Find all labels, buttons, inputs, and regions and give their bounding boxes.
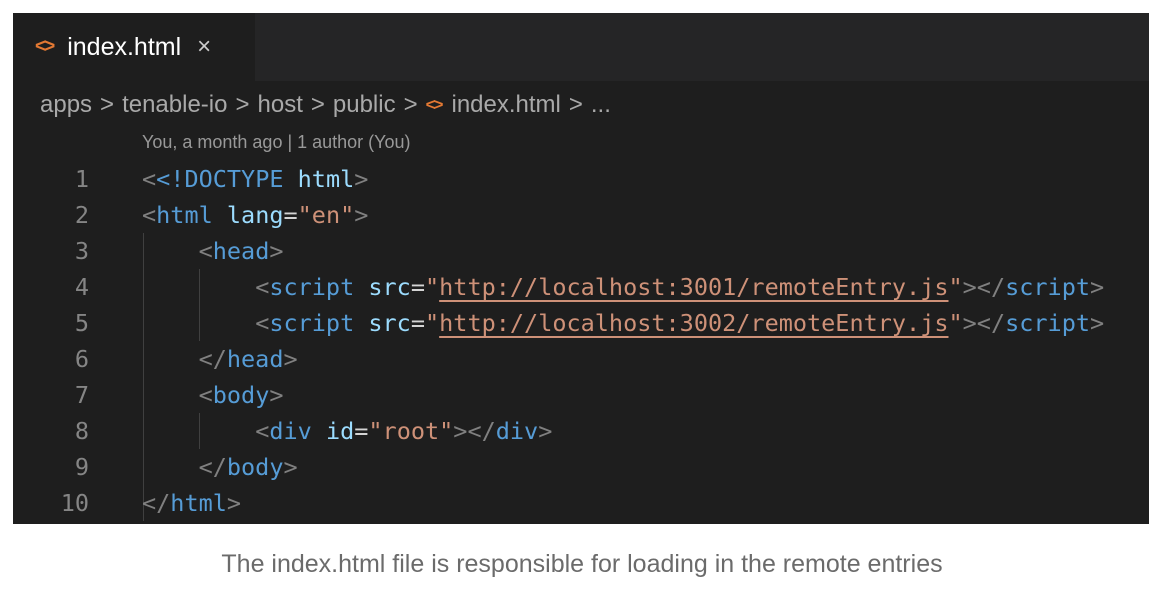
chevron-right-icon: > [568, 91, 583, 118]
html-code-icon: <> [35, 36, 55, 57]
git-blame-codelens[interactable]: You, a month ago | 1 author (You) [142, 132, 411, 153]
tab-index-html[interactable]: <> index.html × [13, 13, 255, 81]
code-line: 5 <script src="http://localhost:3002/rem… [74, 309, 1105, 337]
code-area[interactable]: 1 <<!DOCTYPE html> 2 <html lang="en"> 3 <h… [13, 161, 1149, 521]
code-line: 8 <div id="root"></div> [74, 417, 553, 445]
close-icon[interactable]: × [197, 33, 211, 61]
breadcrumb: apps > tenable-io > host > public > <> index.… [40, 89, 611, 121]
breadcrumb-index-html[interactable]: index.html [451, 91, 560, 119]
tab-label: index.html [67, 32, 182, 61]
breadcrumb-apps[interactable]: apps [40, 91, 92, 119]
chevron-right-icon: > [310, 91, 325, 118]
breadcrumb-public[interactable]: public [333, 91, 396, 119]
code-editor: <> index.html × apps > tenable-io > host > … [13, 13, 1149, 524]
code-line: 1 <<!DOCTYPE html> [74, 165, 369, 193]
figure-caption: The index.html file is responsible for l… [221, 550, 943, 578]
tab-bar: <> index.html × [13, 13, 1149, 81]
breadcrumb-tenable-io[interactable]: tenable-io [122, 91, 227, 119]
code-line: 6 </head> [74, 345, 298, 373]
breadcrumb-host[interactable]: host [258, 91, 303, 119]
url-link[interactable]: http://localhost:3001/remoteEntry.js [439, 273, 948, 301]
chevron-right-icon: > [100, 91, 115, 118]
chevron-right-icon: > [235, 91, 250, 118]
code-line: 4 <script src="http://localhost:3001/rem… [74, 273, 1105, 301]
breadcrumb-more[interactable]: ... [591, 91, 611, 119]
url-link[interactable]: http://localhost:3002/remoteEntry.js [439, 309, 948, 337]
html-code-icon: <> [425, 95, 444, 114]
code-line: 9 </body> [74, 453, 298, 481]
code-line: 10 </html> [60, 489, 242, 517]
code-line: 2 <html lang="en"> [74, 201, 369, 229]
code-line: 3 <head> [74, 237, 284, 265]
code-line: 7 <body> [74, 381, 284, 409]
chevron-right-icon: > [403, 91, 418, 118]
